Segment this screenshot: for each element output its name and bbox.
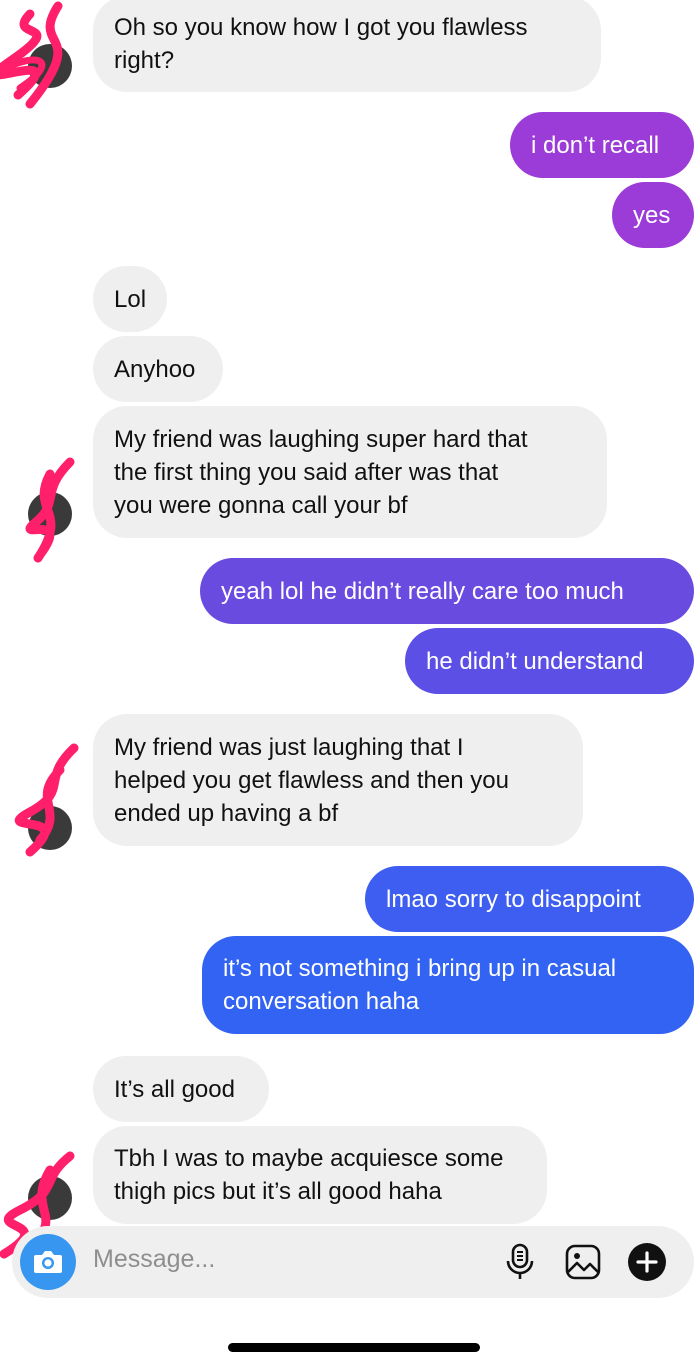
- redaction-scribble: [0, 1, 63, 109]
- home-indicator: [228, 1343, 480, 1352]
- gallery-icon[interactable]: [563, 1242, 603, 1282]
- incoming-message[interactable]: My friend was laughing super hard that th…: [93, 406, 607, 538]
- incoming-message[interactable]: Tbh I was to maybe acquiesce some thigh p…: [93, 1126, 547, 1224]
- outgoing-message[interactable]: lmao sorry to disappoint: [365, 866, 694, 932]
- incoming-message[interactable]: Lol: [93, 266, 167, 332]
- incoming-message[interactable]: It’s all good: [93, 1056, 269, 1122]
- incoming-message[interactable]: My friend was just laughing that Ihelped…: [93, 714, 583, 846]
- outgoing-message[interactable]: yes: [612, 182, 694, 248]
- camera-icon: [34, 1251, 62, 1273]
- outgoing-message[interactable]: it’s not something i bring up in casual c…: [202, 936, 694, 1034]
- incoming-message[interactable]: Anyhoo: [93, 336, 223, 402]
- redaction-scribble: [14, 743, 79, 857]
- incoming-message[interactable]: Oh so you know how I got you flawless rig…: [93, 0, 601, 92]
- message-composer: Message...: [12, 1226, 694, 1298]
- outgoing-message[interactable]: yeah lol he didn’t really care too much: [200, 558, 694, 624]
- outgoing-message[interactable]: he didn’t understand: [405, 628, 694, 694]
- camera-button[interactable]: [20, 1234, 76, 1290]
- plus-icon[interactable]: [627, 1242, 667, 1282]
- redaction-scribble: [25, 457, 75, 563]
- message-input[interactable]: Message...: [93, 1245, 215, 1274]
- outgoing-message[interactable]: i don’t recall: [510, 112, 694, 178]
- microphone-icon[interactable]: [500, 1242, 540, 1282]
